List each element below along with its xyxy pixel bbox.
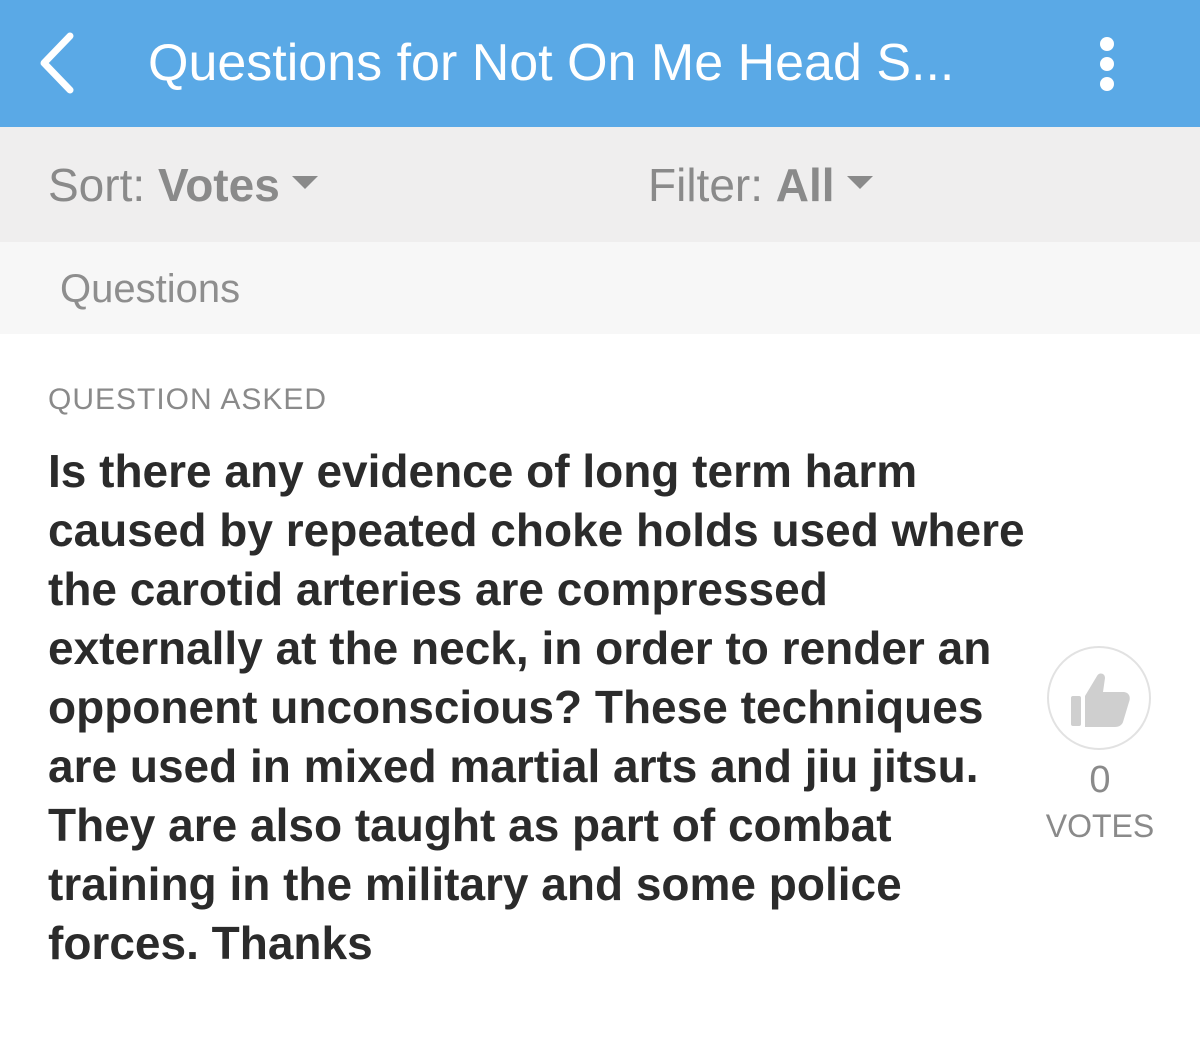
caret-down-icon [291,176,318,190]
more-menu-button[interactable] [1090,36,1124,92]
sort-value: Votes [157,159,280,211]
back-button[interactable] [30,28,90,98]
section-label: Questions [60,267,241,311]
filter-value: All [775,159,835,211]
more-vertical-icon [1100,37,1114,91]
app-header: Questions for Not On Me Head S... [0,0,1200,127]
filter-dropdown[interactable]: Filter: All [648,157,873,213]
sort-filter-bar: Sort: Votes Filter: All [0,127,1200,242]
chevron-left-icon [40,32,74,94]
vote-count: 0 [1089,759,1111,801]
caret-down-icon [846,176,873,190]
filter-prefix: Filter: [648,159,763,211]
vote-label: VOTES [1045,808,1155,844]
question-text: Is there any evidence of long term harm … [48,445,1025,969]
sort-prefix: Sort: [48,159,146,211]
thumbs-up-icon [1071,673,1130,727]
section-header: Questions [0,242,1200,334]
page-title: Questions for Not On Me Head S... [148,34,955,92]
upvote-button[interactable] [1047,646,1151,750]
question-kicker: QUESTION ASKED [48,383,328,416]
sort-dropdown[interactable]: Sort: Votes [48,157,318,213]
